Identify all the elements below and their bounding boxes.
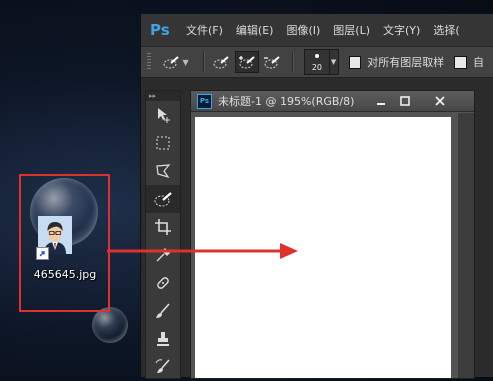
drag-arrow-icon <box>107 243 298 259</box>
